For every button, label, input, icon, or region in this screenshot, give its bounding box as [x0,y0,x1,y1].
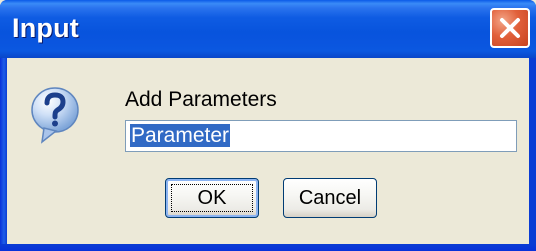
cancel-button[interactable]: Cancel [283,178,377,218]
focus-ring [171,184,253,212]
close-button[interactable] [490,8,530,48]
window-title: Input [12,13,79,43]
dialog-body: Add Parameters Parameter OK Cancel [7,58,529,244]
close-icon [500,18,520,38]
question-icon [31,87,79,144]
parameter-input[interactable]: Parameter [125,120,517,152]
input-dialog: Input Add Parameters Parameter OK Cancel [0,0,536,251]
cancel-button-label: Cancel [298,187,362,209]
title-bar[interactable]: Input [0,0,536,58]
ok-button[interactable]: OK [165,178,259,218]
input-selected-text: Parameter [130,124,231,147]
window-bottom-border [0,244,536,251]
prompt-message: Add Parameters [125,88,277,111]
